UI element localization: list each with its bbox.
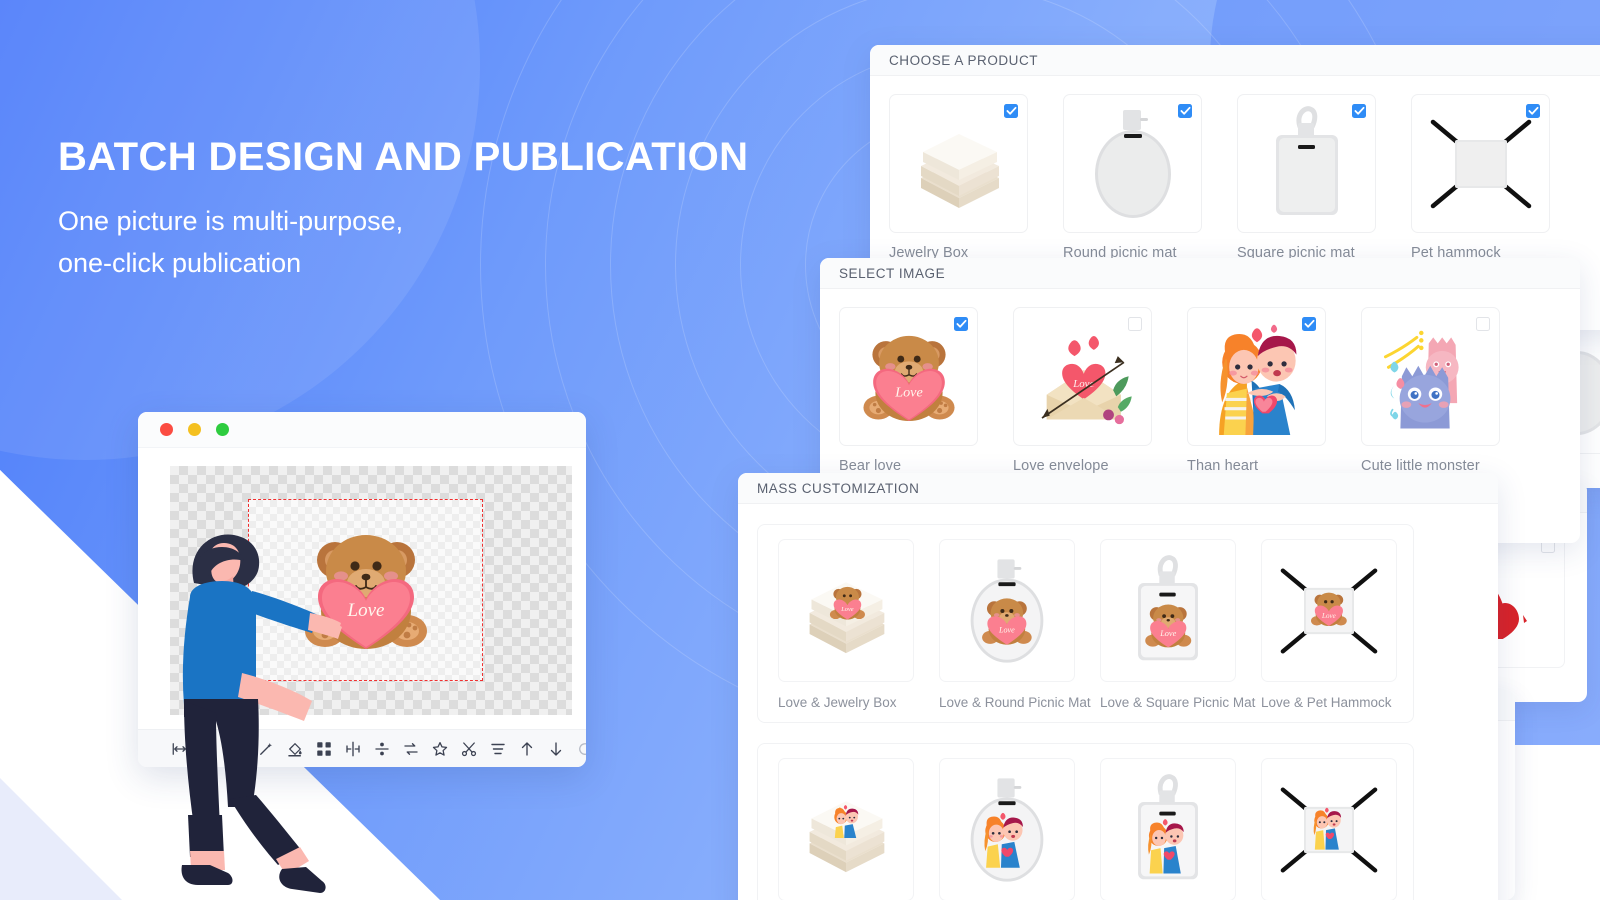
product-card-jewelry-box[interactable]: Jewelry Box [889,94,1063,261]
hero-subtitle-line-1: One picture is multi-purpose, [58,206,404,236]
panel-header-choose-a-product: CHOOSE A PRODUCT [870,45,1600,76]
bear-on-square-mat-icon: Love [1138,554,1198,660]
bear-love-artwork-icon: Love [862,335,955,421]
checkbox-checked[interactable] [1178,104,1192,118]
mass-card-love-pet-hammock[interactable]: Love Love & Pet Hammock [1261,539,1422,710]
product-card-pet-hammock[interactable]: Pet hammock [1411,94,1585,261]
image-thumbnail[interactable]: Love [1013,307,1152,446]
bear-on-jewelry-box-icon: Love [809,581,885,653]
mass-card-couple-round-picnic-mat[interactable] [939,758,1100,900]
mass-grid-row-2 [778,758,1413,900]
checkbox-unchecked[interactable] [1476,317,1490,331]
panel-header-mass-customization: MASS CUSTOMIZATION [738,473,1498,504]
image-card-love-envelope[interactable]: Love Love envelope [1013,307,1187,474]
image-label: Bear love [839,458,902,474]
mass-thumbnail[interactable]: Love [1100,539,1236,682]
image-grid: Love Bear love Love Love envelope Than h… [820,289,1580,474]
mass-thumbnail[interactable] [778,758,914,900]
maximize-green-icon[interactable] [216,423,229,436]
divide-icon[interactable] [373,740,391,758]
scissors-icon[interactable] [460,740,478,758]
jewelry-box-product-icon [920,133,999,208]
image-thumbnail[interactable]: Love [839,307,978,446]
checkbox-checked[interactable] [1302,317,1316,331]
pet-hammock-product-icon [1430,119,1531,208]
checkbox-checked[interactable] [1352,104,1366,118]
arrow-up-icon[interactable] [518,740,536,758]
svg-text:Love: Love [1159,629,1176,638]
editor-titlebar [138,412,586,448]
star-icon[interactable] [431,740,449,758]
mass-customization-group-bear: Love Love & Jewelry Box Love Love & Roun… [757,524,1414,723]
mass-thumbnail[interactable] [939,758,1075,900]
product-card-round-picnic-mat[interactable]: Round picnic mat [1063,94,1237,261]
mass-label: Love & Round Picnic Mat [939,695,1091,710]
mass-label: Love & Jewelry Box [778,695,897,710]
mass-thumbnail[interactable] [1261,758,1397,900]
checkbox-checked[interactable] [954,317,968,331]
mass-customization-group-couple [757,743,1414,900]
image-label: Than heart [1187,458,1259,474]
mass-customization-panel: MASS CUSTOMIZATION Love Love & Jewelry B… [738,473,1498,900]
arrow-down-icon[interactable] [547,740,565,758]
bear-on-pet-hammock-icon: Love [1280,567,1378,654]
bear-on-round-mat-icon: Love [970,558,1044,663]
square-picnic-mat-product-icon [1275,105,1338,215]
image-label: Love envelope [1013,458,1109,474]
svg-text:Love: Love [998,625,1015,634]
mass-thumbnail[interactable]: Love [939,539,1075,682]
mass-card-love-square-picnic-mat[interactable]: Love Love & Square Picnic Mat [1100,539,1261,710]
love-envelope-artwork-icon: Love [1041,335,1132,424]
round-picnic-mat-product-icon [1094,109,1171,218]
image-card-cute-little-monster[interactable]: Cute little monster [1361,307,1535,474]
couple-on-round-mat-icon [970,777,1044,882]
mass-card-love-round-picnic-mat[interactable]: Love Love & Round Picnic Mat [939,539,1100,710]
mass-thumbnail[interactable]: Love [1261,539,1397,682]
image-card-bear-love[interactable]: Love Bear love [839,307,1013,474]
image-label: Cute little monster [1361,458,1480,474]
product-card-square-picnic-mat[interactable]: Square picnic mat [1237,94,1411,261]
product-thumbnail[interactable] [1063,94,1202,233]
rotate-left-icon[interactable] [576,740,586,758]
svg-text:Love: Love [346,600,384,621]
couple-on-pet-hammock-icon [1280,786,1378,873]
than-heart-artwork-icon [1218,324,1296,435]
mass-card-couple-pet-hammock[interactable] [1261,758,1422,900]
product-thumbnail[interactable] [1411,94,1550,233]
image-thumbnail[interactable] [1187,307,1326,446]
mass-label: Love & Pet Hammock [1261,695,1392,710]
hero-subtitle: One picture is multi-purpose, one-click … [58,201,878,285]
hero-text-block: BATCH DESIGN AND PUBLICATION One picture… [58,135,878,285]
svg-text:Love: Love [840,606,853,613]
mass-card-couple-jewelry-box[interactable] [778,758,939,900]
swap-icon[interactable] [402,740,420,758]
cute-little-monster-artwork-icon [1383,330,1459,429]
couple-on-square-mat-icon [1138,773,1198,879]
mass-grid-row-1: Love Love & Jewelry Box Love Love & Roun… [778,539,1413,710]
image-card-than-heart[interactable]: Than heart [1187,307,1361,474]
page-title: BATCH DESIGN AND PUBLICATION [58,135,749,179]
couple-on-jewelry-box-icon [809,800,885,872]
checkbox-checked[interactable] [1004,104,1018,118]
image-thumbnail[interactable] [1361,307,1500,446]
panel-header-select-image: SELECT IMAGE [820,258,1580,289]
svg-text:Love: Love [1321,611,1336,619]
close-red-icon[interactable] [160,423,173,436]
mass-thumbnail[interactable] [1100,758,1236,900]
svg-text:Love: Love [894,384,923,400]
checkbox-checked[interactable] [1526,104,1540,118]
product-thumbnail[interactable] [1237,94,1376,233]
product-thumbnail[interactable] [889,94,1028,233]
checkbox-unchecked[interactable] [1128,317,1142,331]
mass-thumbnail[interactable]: Love [778,539,914,682]
hero-subtitle-line-2: one-click publication [58,247,302,278]
mass-card-love-jewelry-box[interactable]: Love Love & Jewelry Box [778,539,939,710]
align-text-icon[interactable] [489,740,507,758]
person-illustration [181,534,342,893]
mass-card-couple-square-picnic-mat[interactable] [1100,758,1261,900]
product-grid: Jewelry Box Round picnic mat Square picn… [870,76,1600,261]
minimize-yellow-icon[interactable] [188,423,201,436]
mass-label: Love & Square Picnic Mat [1100,695,1256,710]
